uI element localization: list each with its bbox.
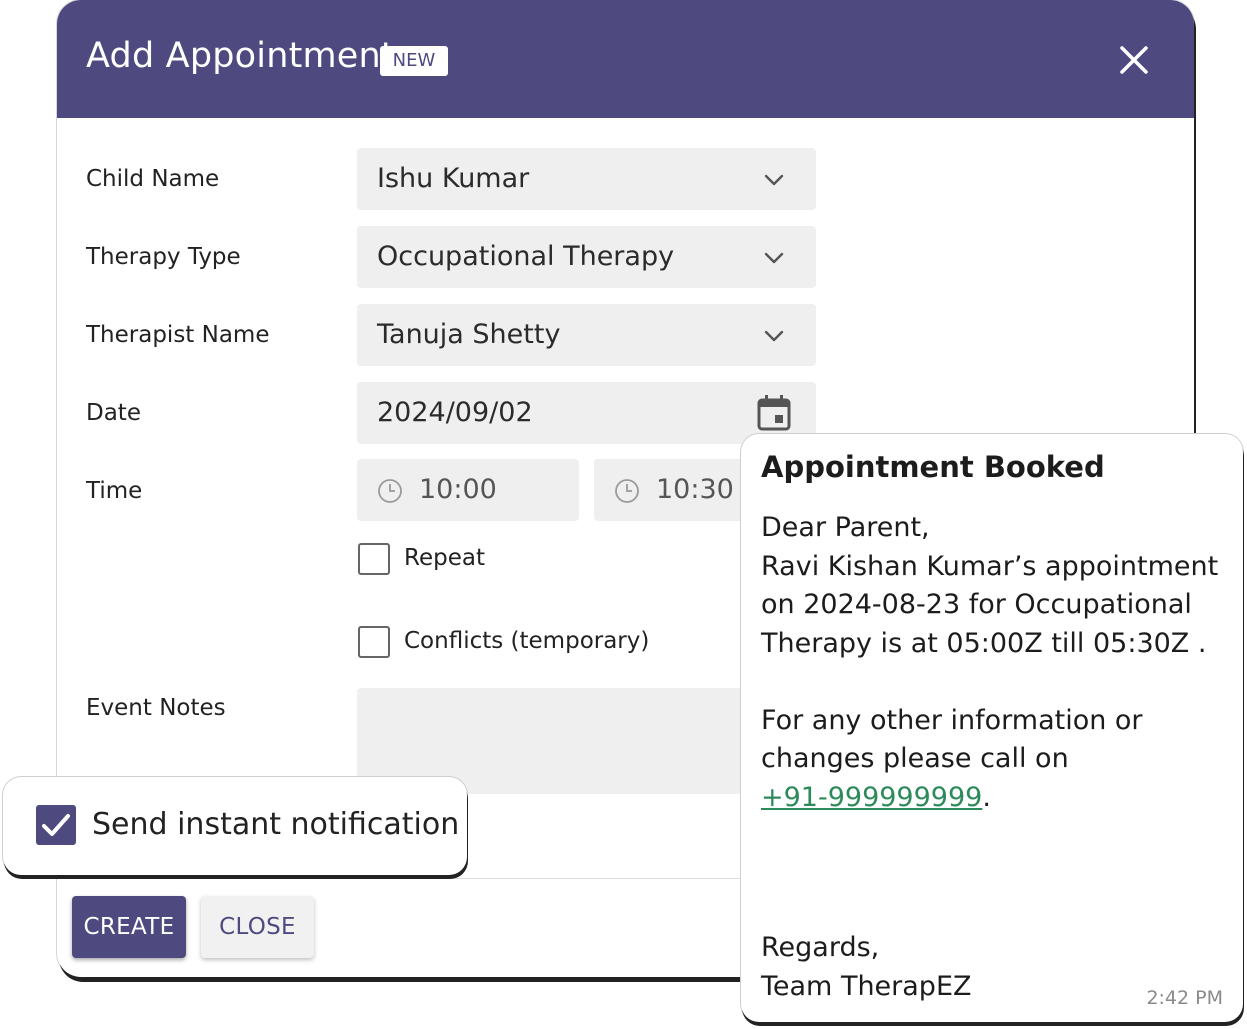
message-line: Therapy is at 05:00Z till 05:30Z .: [761, 627, 1207, 659]
clock-icon: [615, 479, 639, 503]
message-title: Appointment Booked: [761, 450, 1105, 484]
close-button[interactable]: CLOSE: [201, 896, 314, 958]
phone-link[interactable]: +91-999999999: [761, 782, 982, 813]
time-label: Time: [86, 478, 143, 504]
message-line: changes please call on: [761, 743, 1069, 774]
therapist-name-select[interactable]: Tanuja Shetty: [357, 304, 816, 366]
create-button[interactable]: CREATE: [72, 896, 186, 958]
message-regards: Regards,: [761, 932, 880, 963]
message-line: on 2024-08-23 for Occupational: [761, 589, 1192, 620]
message-preview: Appointment Booked Dear Parent, Ravi Kis…: [741, 434, 1243, 1022]
chevron-down-icon: [764, 330, 784, 342]
end-time-value: 10:30: [656, 474, 734, 505]
repeat-checkbox[interactable]: [358, 543, 390, 575]
child-name-label: Child Name: [86, 166, 220, 192]
clock-icon: [378, 479, 402, 503]
modal-title: Add Appointment: [86, 36, 395, 76]
event-notes-label: Event Notes: [86, 695, 226, 721]
child-name-select[interactable]: Ishu Kumar: [357, 148, 816, 210]
message-line: Ravi Kishan Kumar’s appointment: [761, 550, 1219, 582]
date-value: 2024/09/02: [377, 397, 533, 428]
start-time-input[interactable]: 10:00: [357, 459, 579, 521]
send-notification-checkbox[interactable]: [36, 805, 76, 845]
start-time-value: 10:00: [419, 474, 497, 505]
therapist-name-label: Therapist Name: [86, 322, 270, 348]
screen: Add Appointment NEW Child Name Ishu Kuma…: [0, 0, 1247, 1029]
notification-callout: Send instant notification: [3, 777, 467, 875]
date-input[interactable]: 2024/09/02: [357, 382, 816, 444]
conflicts-checkbox[interactable]: [358, 626, 390, 658]
therapy-type-label: Therapy Type: [86, 244, 241, 270]
close-icon[interactable]: [1114, 40, 1154, 80]
conflicts-label: Conflicts (temporary): [404, 628, 650, 654]
message-team: Team TherapEZ: [761, 970, 972, 1002]
message-signature: Regards, Team TherapEZ: [761, 929, 972, 1006]
modal-header: Add Appointment NEW: [57, 0, 1194, 118]
child-name-value: Ishu Kumar: [377, 163, 530, 194]
repeat-label: Repeat: [404, 545, 485, 571]
phone-suffix: .: [982, 781, 991, 813]
send-notification-label: Send instant notification: [92, 807, 460, 842]
therapy-type-select[interactable]: Occupational Therapy: [357, 226, 816, 288]
chevron-down-icon: [764, 252, 784, 264]
message-timestamp: 2:42 PM: [1146, 987, 1223, 1009]
message-body: Dear Parent, Ravi Kishan Kumar’s appoint…: [761, 509, 1229, 817]
chevron-down-icon: [764, 174, 784, 186]
message-greeting: Dear Parent,: [761, 512, 930, 543]
new-badge: NEW: [380, 46, 448, 76]
message-phone-line: +91-999999999.: [761, 779, 1229, 818]
therapy-type-value: Occupational Therapy: [377, 241, 675, 272]
calendar-icon[interactable]: [756, 394, 792, 432]
checkmark-icon: [42, 814, 70, 836]
therapist-name-value: Tanuja Shetty: [377, 319, 561, 350]
message-line: For any other information or: [761, 704, 1143, 736]
date-label: Date: [86, 400, 141, 426]
